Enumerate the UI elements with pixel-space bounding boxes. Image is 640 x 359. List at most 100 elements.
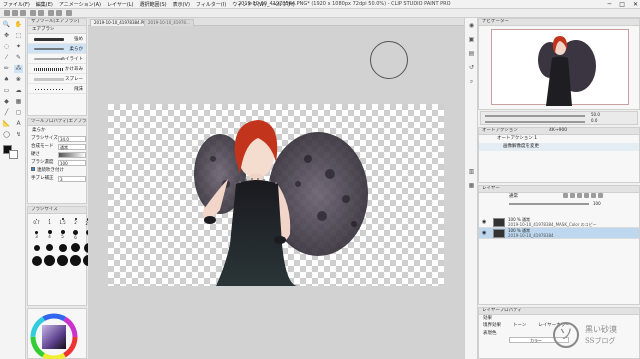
airbrush-tool-icon[interactable]: ⁂ (14, 65, 23, 73)
size-preset[interactable] (31, 255, 42, 266)
size-preset[interactable]: 0.7 (31, 216, 42, 227)
menu-file[interactable]: ファイル(F) (3, 1, 30, 8)
brush-item-strong[interactable]: 強め (28, 34, 86, 44)
undo-icon[interactable] (30, 10, 36, 16)
navigator-preview[interactable] (491, 29, 629, 106)
continuous-spray-checkbox[interactable] (31, 167, 35, 171)
frame-tool-icon[interactable]: ▢ (14, 109, 23, 117)
pen-tool-icon[interactable]: ✎ (14, 54, 23, 62)
layer-tool-icon[interactable] (577, 193, 582, 198)
size-preset[interactable]: 6 (70, 229, 81, 240)
wand-tool-icon[interactable]: ✦ (14, 43, 23, 51)
menu-layer[interactable]: レイヤー(L) (107, 1, 134, 8)
blend-mode-select[interactable]: 通常 (58, 144, 86, 150)
layer-row[interactable]: ◉ 100 % 通常 2019-10-10_41978384_MASK_Colo… (479, 217, 639, 228)
menu-selection[interactable]: 選択範囲(S) (140, 1, 167, 8)
layer-property-icon[interactable]: ▦ (467, 182, 476, 190)
select-tool-icon[interactable]: ⬚ (14, 32, 23, 40)
brush-item-highlight[interactable]: ハイライト (28, 54, 86, 64)
tone-button[interactable]: トーン (513, 322, 526, 330)
hand-tool-icon[interactable]: ✋ (14, 21, 23, 29)
size-preset[interactable] (57, 242, 68, 253)
auto-action-set[interactable]: オートアクション 1 (479, 135, 639, 143)
size-preset[interactable]: 3 (31, 229, 42, 240)
layer-tool-icon[interactable] (598, 193, 603, 198)
zoom-slider[interactable] (485, 115, 585, 117)
size-preset[interactable]: 4 (44, 229, 55, 240)
brush-item-spray[interactable]: スプレー (28, 74, 86, 84)
subtool-tab[interactable]: エアブラシ (28, 26, 86, 34)
layer-tool-icon[interactable] (570, 193, 575, 198)
size-preset[interactable] (31, 242, 42, 253)
balloon-tool-icon[interactable]: ◯ (2, 131, 11, 139)
new-file-icon[interactable] (4, 10, 10, 16)
maximize-icon[interactable]: □ (619, 1, 625, 8)
auto-action-item[interactable]: 画像解像度を変更 (479, 143, 639, 151)
layer-row-selected[interactable]: ◉ 100 % 通常 2019-10-10_41978384 (479, 228, 639, 239)
eraser-tool-icon[interactable]: ▭ (2, 87, 11, 95)
brush-item-splash[interactable]: 飛沫 (28, 84, 86, 94)
size-preset[interactable]: 1 (44, 216, 55, 227)
layer-search-icon[interactable]: ⌕ (467, 78, 476, 86)
ruler-tool-icon[interactable]: 📐 (2, 120, 11, 128)
document-tab[interactable]: 2019-10-10_41978... (144, 19, 194, 26)
eye-icon[interactable]: ◉ (482, 230, 486, 236)
color-wheel[interactable] (28, 309, 86, 359)
border-effect-button[interactable]: 境界効果 (483, 322, 501, 330)
stabilization-field[interactable]: 3 (58, 176, 86, 182)
navigator-icon[interactable]: ◉ (467, 22, 476, 30)
material-icon[interactable]: ▤ (467, 50, 476, 58)
menu-animation[interactable]: アニメーション(A) (59, 1, 101, 8)
pencil-tool-icon[interactable]: ✏ (2, 65, 11, 73)
lasso-tool-icon[interactable]: ◌ (2, 43, 11, 51)
size-preset[interactable] (70, 242, 81, 253)
text-tool-icon[interactable]: A (14, 120, 23, 128)
layer-tool-icon[interactable] (584, 193, 589, 198)
size-preset[interactable]: 5 (57, 229, 68, 240)
redo-icon[interactable] (38, 10, 44, 16)
move-tool-icon[interactable]: ✥ (2, 32, 11, 40)
save-icon[interactable] (20, 10, 26, 16)
saturation-square[interactable] (42, 325, 66, 349)
brush-density-field[interactable]: 100 (58, 160, 86, 166)
size-preset[interactable] (44, 255, 55, 266)
menu-view[interactable]: 表示(V) (173, 1, 190, 8)
canvas-image[interactable] (108, 104, 444, 286)
figure-tool-icon[interactable]: ╱ (2, 109, 11, 117)
open-file-icon[interactable] (12, 10, 18, 16)
transform-icon[interactable] (66, 10, 72, 16)
layer-opacity-slider[interactable] (509, 203, 589, 205)
menu-filter[interactable]: フィルター(I) (196, 1, 226, 8)
sub-color-swatch[interactable] (9, 150, 18, 159)
size-preset[interactable]: 2 (70, 216, 81, 227)
layer-tool-icon[interactable] (563, 193, 568, 198)
decoration-tool-icon[interactable]: ❀ (14, 76, 23, 84)
close-icon[interactable]: ✕ (633, 1, 638, 8)
history-icon[interactable]: ↺ (467, 64, 476, 72)
gradient-tool-icon[interactable]: ▦ (14, 98, 23, 106)
menu-edit[interactable]: 編集(E) (36, 1, 53, 8)
clear-icon[interactable] (48, 10, 54, 16)
brush-tool-icon[interactable]: ♠ (2, 76, 11, 84)
minimize-icon[interactable]: ─ (608, 1, 612, 8)
brush-size-field[interactable]: 34.0 (58, 136, 86, 142)
layer-tool-icon[interactable] (591, 193, 596, 198)
brush-item-mesh[interactable]: かけあみ (28, 64, 86, 74)
fill-icon[interactable] (56, 10, 62, 16)
sub-view-icon[interactable]: ▣ (467, 36, 476, 44)
size-preset[interactable] (44, 242, 55, 253)
rotate-slider[interactable] (485, 121, 585, 123)
size-preset[interactable] (57, 255, 68, 266)
zoom-tool-icon[interactable]: 🔍 (2, 21, 11, 29)
fill-tool-icon[interactable]: ◆ (2, 98, 11, 106)
blend-tool-icon[interactable]: ☁ (14, 87, 23, 95)
eyedropper-tool-icon[interactable]: ⁄ (2, 54, 11, 62)
layer-panel-icon[interactable]: ▥ (467, 168, 476, 176)
hardness-slider[interactable] (58, 152, 86, 158)
size-preset[interactable]: 1.5 (57, 216, 68, 227)
layer-blend-mode[interactable]: 通常 (509, 194, 518, 199)
size-preset[interactable] (70, 255, 81, 266)
eye-icon[interactable]: ◉ (482, 219, 486, 225)
brush-item-soft[interactable]: 柔らか (28, 44, 86, 54)
correct-line-tool-icon[interactable]: ↯ (14, 131, 23, 139)
